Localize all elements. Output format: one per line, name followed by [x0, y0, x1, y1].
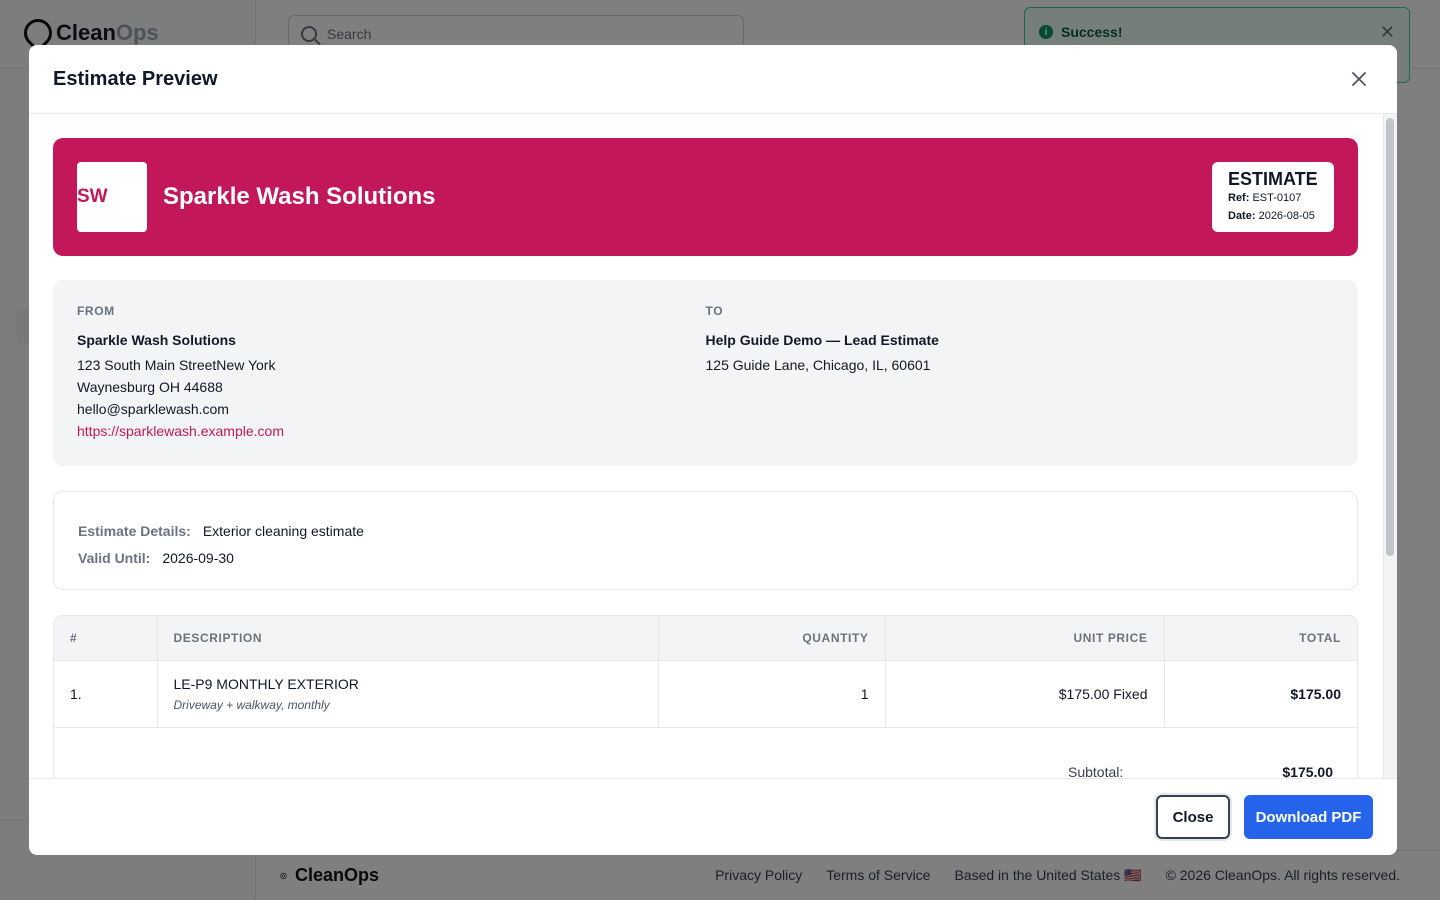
header-number: #	[54, 616, 158, 661]
row-sub-description: Driveway + walkway, monthly	[173, 697, 330, 712]
modal-scrollbar-thumb[interactable]	[1386, 118, 1394, 556]
from-name: Sparkle Wash Solutions	[77, 332, 236, 348]
header-unit-price: UNIT PRICE	[885, 616, 1165, 661]
row-unit-price: $175.00 Fixed	[885, 660, 1165, 728]
date-label: Date:	[1228, 210, 1256, 222]
line-items-table: # DESCRIPTION QUANTITY UNIT PRICE TOTAL …	[53, 615, 1358, 778]
details-row: Estimate Details: Exterior cleaning estim…	[78, 518, 1333, 545]
from-email: hello@sparklewash.com	[77, 401, 229, 417]
to-address: 125 Guide Lane, Chicago, IL, 60601	[705, 357, 931, 373]
from-website-link[interactable]: https://sparklewash.example.com	[77, 420, 706, 442]
subtotal-row: Subtotal: $175.00	[54, 728, 1357, 779]
row-description-cell: LE-P9 MONTHLY EXTERIOR Driveway + walkwa…	[157, 660, 659, 728]
estimate-doc-title: ESTIMATE	[1228, 169, 1318, 189]
to-label: TO	[705, 304, 724, 318]
subtotal-value: $175.00	[1282, 763, 1333, 779]
company-name: Sparkle Wash Solutions	[163, 183, 436, 210]
close-button[interactable]: Close	[1156, 795, 1230, 839]
row-total: $175.00	[1164, 660, 1357, 728]
header-total: TOTAL	[1164, 616, 1357, 661]
estimate-preview-modal: Estimate Preview SW Sparkle Wash Solutio…	[29, 45, 1397, 855]
from-address-line2: Waynesburg OH 44688	[77, 379, 223, 395]
modal-scrollbar[interactable]	[1383, 114, 1397, 778]
details-label: Estimate Details:	[78, 523, 191, 539]
estimate-details: Estimate Details: Exterior cleaning estim…	[53, 491, 1358, 590]
from-party: FROM Sparkle Wash Solutions 123 South Ma…	[77, 304, 706, 466]
valid-until-value: 2026-09-30	[162, 550, 234, 566]
estimate-date: Date: 2026-08-05	[1228, 207, 1318, 225]
ref-value: EST-0107	[1252, 192, 1302, 204]
from-address-line1: 123 South Main StreetNew York	[77, 357, 276, 373]
row-quantity: 1	[658, 660, 886, 728]
estimate-ref: Ref: EST-0107	[1228, 189, 1318, 207]
estimate-banner: SW Sparkle Wash Solutions ESTIMATE Ref: …	[53, 138, 1358, 256]
date-value: 2026-08-05	[1258, 210, 1315, 222]
modal-header: Estimate Preview	[29, 45, 1397, 114]
table-row: 1. LE-P9 MONTHLY EXTERIOR Driveway + wal…	[54, 660, 1357, 728]
details-value: Exterior cleaning estimate	[202, 523, 364, 539]
valid-until-row: Valid Until: 2026-09-30	[78, 545, 1333, 572]
row-number: 1.	[54, 660, 158, 728]
header-quantity: QUANTITY	[658, 616, 886, 661]
download-pdf-button[interactable]: Download PDF	[1244, 795, 1373, 839]
estimate-meta-box: ESTIMATE Ref: EST-0107 Date: 2026-08-05	[1212, 162, 1334, 232]
modal-title: Estimate Preview	[53, 67, 218, 90]
estimate-document: SW Sparkle Wash Solutions ESTIMATE Ref: …	[53, 138, 1358, 778]
table-header-row: # DESCRIPTION QUANTITY UNIT PRICE TOTAL	[54, 616, 1357, 661]
modal-footer: Close Download PDF	[29, 778, 1397, 855]
header-description: DESCRIPTION	[157, 616, 659, 661]
ref-label: Ref:	[1228, 192, 1250, 204]
parties-section: FROM Sparkle Wash Solutions 123 South Ma…	[53, 280, 1358, 466]
subtotal-label: Subtotal:	[1068, 763, 1124, 779]
to-party: TO Help Guide Demo — Lead Estimate 125 G…	[706, 304, 1335, 466]
row-description: LE-P9 MONTHLY EXTERIOR	[173, 675, 359, 692]
valid-until-label: Valid Until:	[78, 550, 151, 566]
to-name: Help Guide Demo — Lead Estimate	[705, 332, 939, 348]
from-label: FROM	[77, 304, 115, 318]
modal-close-icon[interactable]	[1345, 65, 1373, 93]
modal-body[interactable]: SW Sparkle Wash Solutions ESTIMATE Ref: …	[29, 114, 1397, 778]
company-logo: SW	[77, 162, 147, 232]
